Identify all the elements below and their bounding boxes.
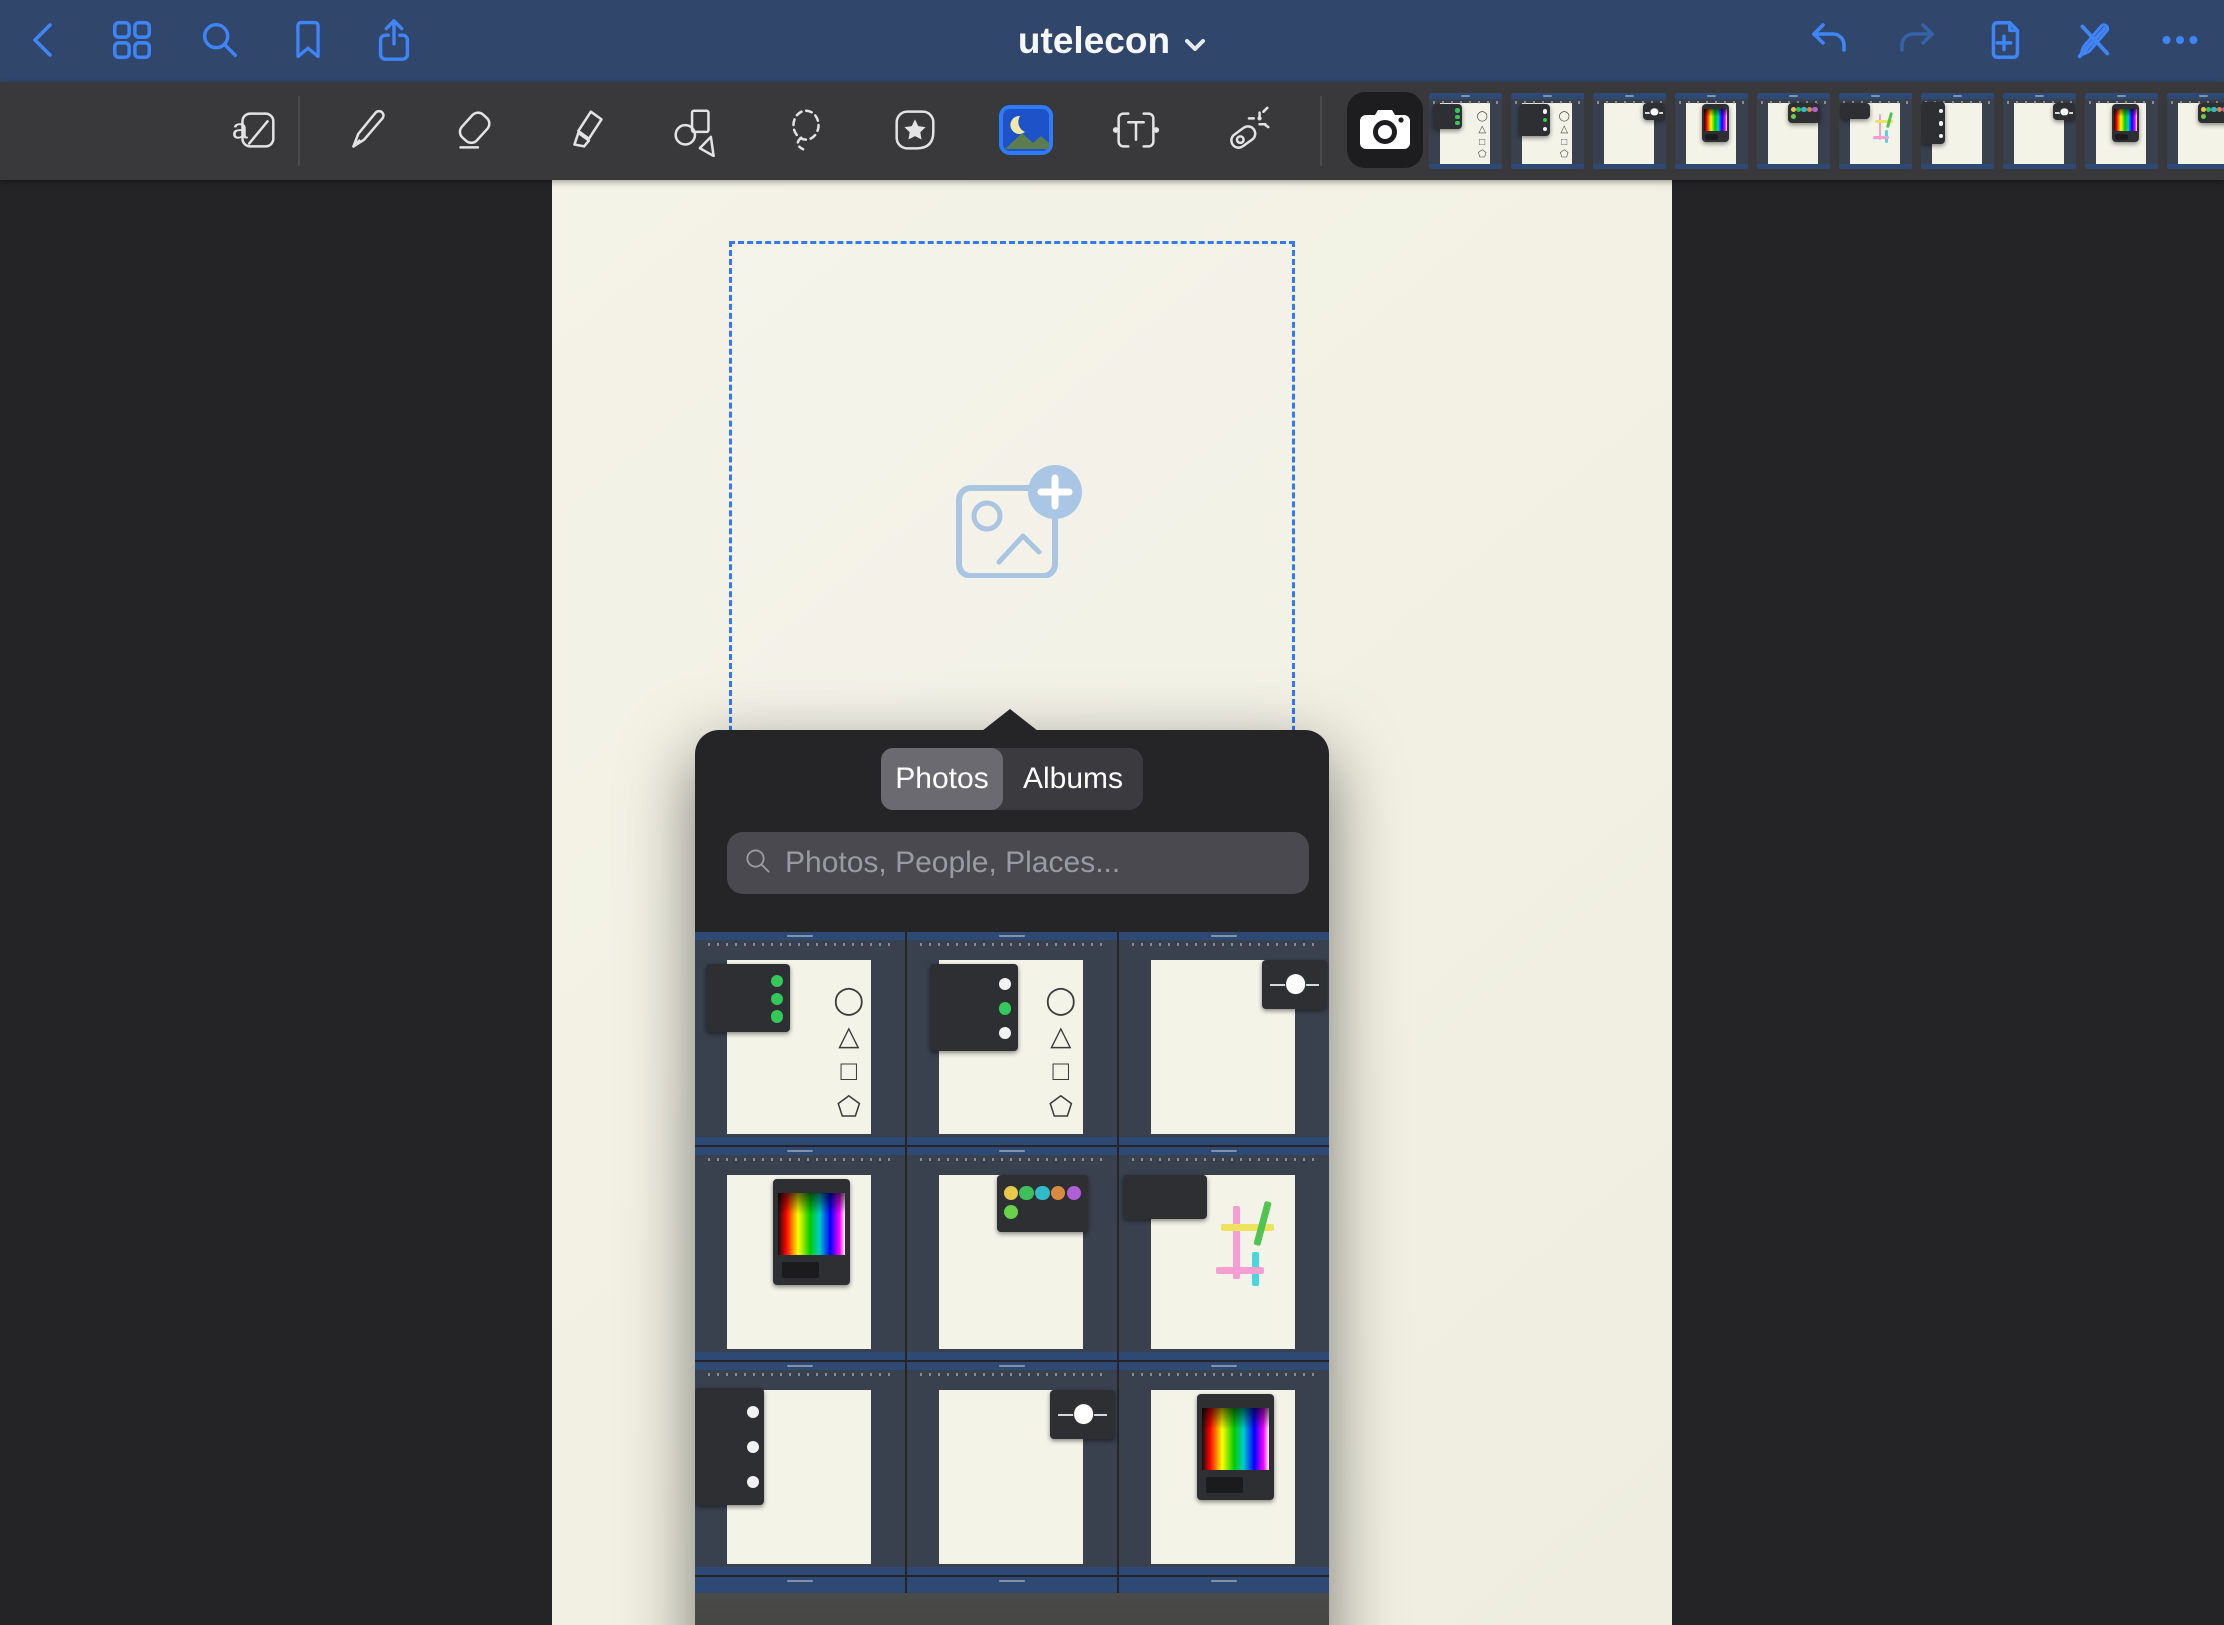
redo-icon: [1893, 16, 1941, 67]
add-page-button[interactable]: [1975, 12, 2033, 70]
photo-thumbnail[interactable]: [1119, 1577, 1329, 1593]
camera-icon: [1359, 107, 1411, 154]
tool-lasso[interactable]: [778, 103, 834, 159]
pencil-slash-icon: [2069, 17, 2115, 66]
photos-albums-segmented-control: Photos Albums: [881, 748, 1143, 810]
page-thumbnail[interactable]: ◯△□⬠: [1511, 93, 1584, 169]
photo-thumbnail[interactable]: [695, 1362, 905, 1575]
tab-photos[interactable]: Photos: [881, 748, 1003, 810]
tool-elements[interactable]: [887, 103, 943, 159]
navbar: utelecon: [0, 0, 2224, 82]
photo-thumbnail[interactable]: ◯△□⬠: [907, 932, 1117, 1145]
undo-icon: [1805, 16, 1853, 67]
tool-highlighter[interactable]: [559, 103, 615, 159]
photo-grid: ◯△□⬠◯△□⬠: [695, 932, 1329, 1593]
redo-button[interactable]: [1888, 12, 1946, 70]
page-thumbnail-strip: ◯△□⬠◯△□⬠: [1429, 93, 2224, 169]
add-image-placeholder[interactable]: [945, 452, 1105, 583]
tool-pen[interactable]: [338, 103, 394, 159]
app-window: utelecon a: [0, 0, 2224, 1625]
pen-icon: [339, 103, 393, 160]
photo-thumbnail[interactable]: ◯△□⬠: [695, 932, 905, 1145]
photo-thumbnail[interactable]: [1119, 1362, 1329, 1575]
photo-picker-popover: Photos Albums ◯△□⬠◯△□⬠ Insert from...: [695, 730, 1329, 1625]
lasso-icon: [779, 103, 833, 160]
tool-insert-image[interactable]: [998, 103, 1054, 159]
photo-thumbnail[interactable]: [1119, 1147, 1329, 1360]
more-button[interactable]: [2151, 12, 2209, 70]
photo-thumbnail[interactable]: [907, 1147, 1117, 1360]
page-thumbnail[interactable]: ◯△□⬠: [1429, 93, 1502, 169]
image-tool-icon: [997, 103, 1055, 160]
highlighter-icon: [560, 103, 614, 160]
tab-albums[interactable]: Albums: [1003, 748, 1143, 810]
popover-arrow: [982, 709, 1038, 731]
document-title: utelecon: [1018, 20, 1170, 62]
canvas-area: Photos Albums ◯△□⬠◯△□⬠ Insert from...: [0, 180, 2224, 1625]
page-thumbnail[interactable]: [1757, 93, 1830, 169]
photo-thumbnail[interactable]: [1119, 932, 1329, 1145]
tool-eraser[interactable]: [447, 103, 503, 159]
page-thumbnail[interactable]: [1593, 93, 1666, 169]
page-thumbnail[interactable]: [1839, 93, 1912, 169]
svg-text:a: a: [232, 113, 249, 145]
ellipsis-icon: [2157, 17, 2203, 66]
search-input[interactable]: [783, 845, 1293, 881]
tool-shapes[interactable]: [666, 103, 722, 159]
text-tool-icon: [1109, 103, 1163, 160]
photo-search-field[interactable]: [727, 832, 1309, 894]
page-thumbnail[interactable]: [2085, 93, 2158, 169]
page-thumbnail[interactable]: [2167, 93, 2224, 169]
image-placeholder-icon: [945, 565, 1105, 582]
camera-button[interactable]: [1347, 92, 1423, 168]
page-thumbnail[interactable]: [2003, 93, 2076, 169]
chevron-down-icon: [1184, 20, 1206, 62]
undo-button[interactable]: [1800, 12, 1858, 70]
photo-thumbnail[interactable]: [695, 1577, 905, 1593]
laser-pointer-icon: [1221, 103, 1275, 160]
photo-thumbnail[interactable]: [907, 1577, 1117, 1593]
toolbar: a ◯△□⬠◯: [0, 82, 2224, 180]
toolbar-divider: [298, 96, 300, 166]
shapes-icon: [667, 103, 721, 160]
tool-text[interactable]: [1108, 103, 1164, 159]
insert-from-button[interactable]: Insert from...: [695, 1593, 1329, 1625]
eraser-icon: [448, 103, 502, 160]
tool-laser-pointer[interactable]: [1220, 103, 1276, 159]
add-page-icon: [1981, 16, 2027, 67]
search-icon: [743, 846, 773, 881]
stop-editing-button[interactable]: [2063, 12, 2121, 70]
photo-thumbnail[interactable]: [695, 1147, 905, 1360]
page-thumbnail[interactable]: [1675, 93, 1748, 169]
photo-thumbnail[interactable]: [907, 1362, 1117, 1575]
tool-zoom-window[interactable]: a: [227, 103, 283, 159]
zoom-window-icon: a: [228, 103, 282, 160]
elements-star-icon: [888, 103, 942, 160]
toolbar-divider: [1320, 96, 1322, 166]
page-thumbnail[interactable]: [1921, 93, 1994, 169]
